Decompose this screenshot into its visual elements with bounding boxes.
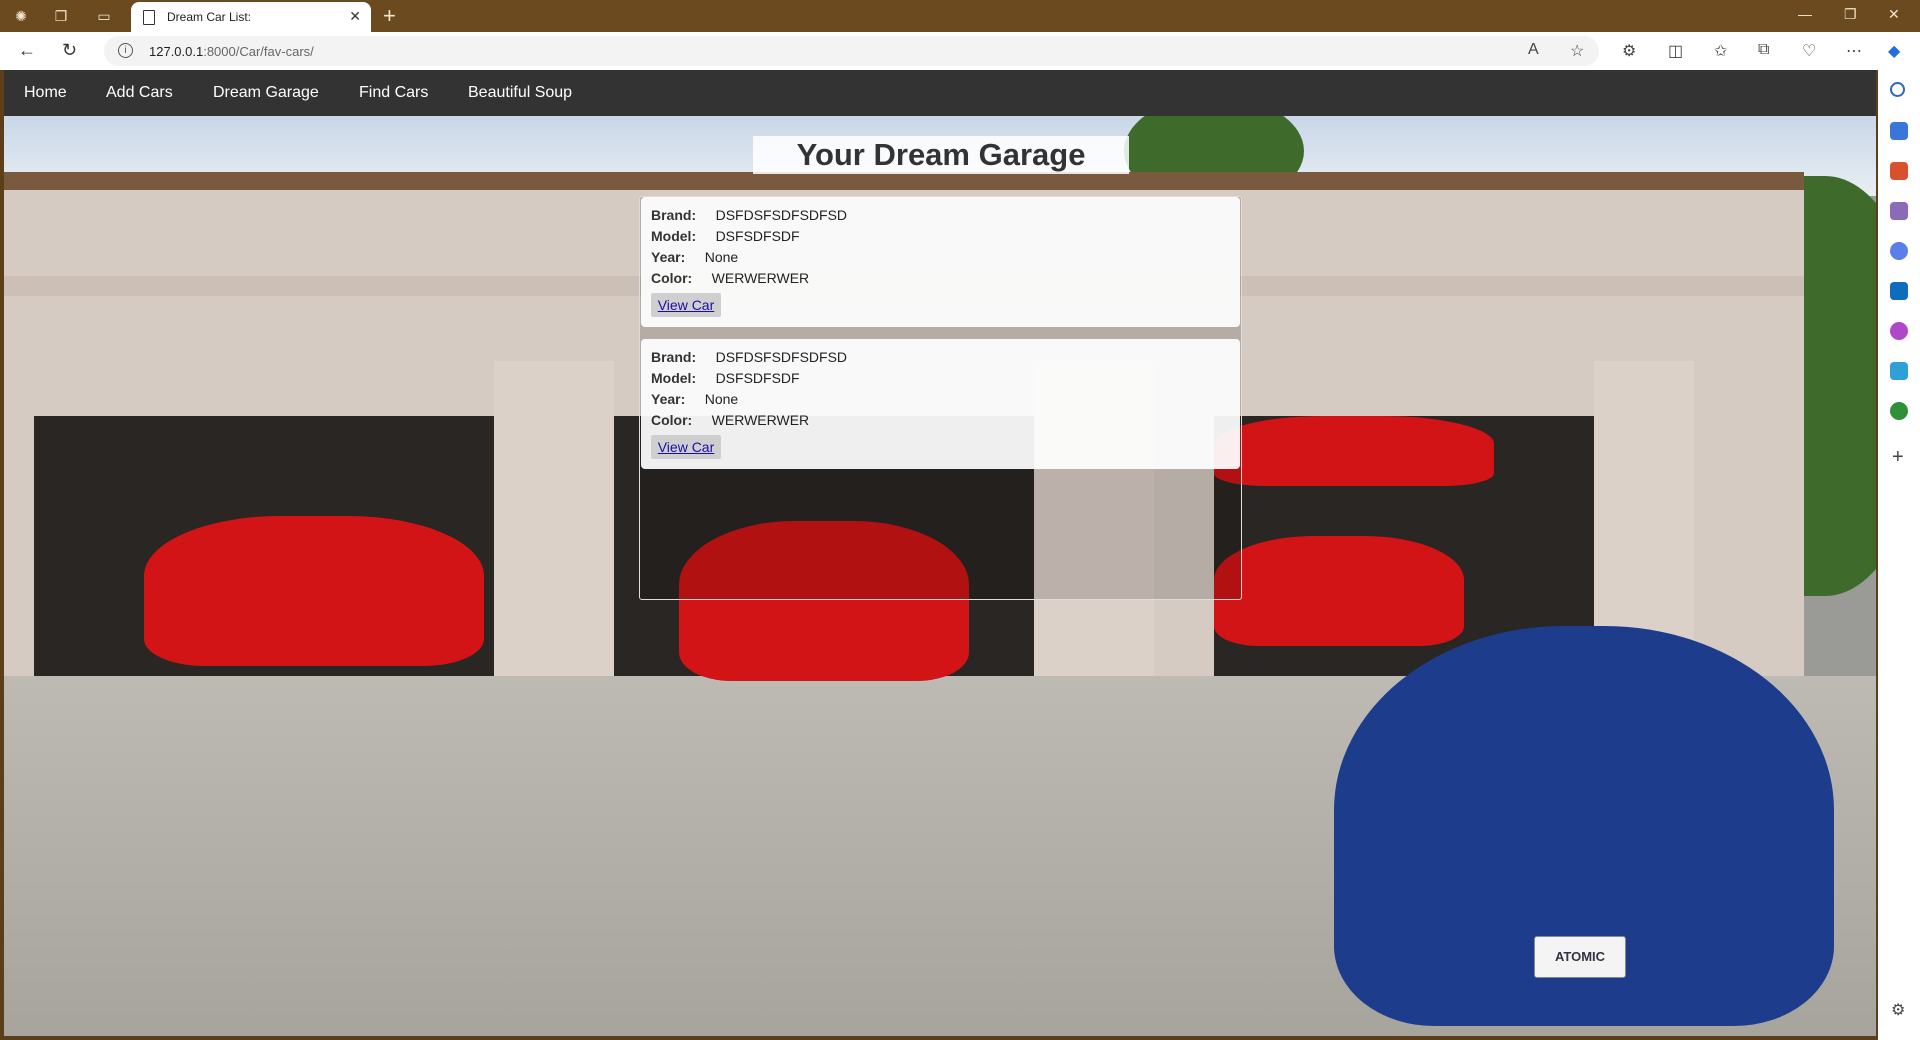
edge-sidebar: + ⚙ — [1878, 70, 1920, 1040]
nav-find-cars[interactable]: Find Cars — [359, 70, 428, 116]
tab-active[interactable]: Dream Car List: ✕ — [131, 2, 371, 32]
tag-icon[interactable] — [1890, 122, 1908, 140]
document-icon — [143, 10, 155, 25]
settings-icon[interactable]: ⚙ — [1891, 1000, 1905, 1020]
car-color: WERWERWER — [711, 412, 810, 428]
car-card: Brand: DSFDSFSDFSDFSD Model: DSFSDFSDF Y… — [641, 339, 1240, 469]
nav-add-cars[interactable]: Add Cars — [106, 70, 173, 116]
drop-icon[interactable] — [1890, 322, 1908, 340]
address-bar: ← ↻ i 127.0.0.1:8000/Car/fav-cars/ A ☆ ⚙… — [0, 32, 1920, 70]
tab-title: Dream Car List: — [167, 10, 252, 24]
year-label: Year: — [651, 249, 686, 265]
restore-button[interactable]: ❐ — [1844, 6, 1857, 23]
chess-icon[interactable] — [1890, 202, 1908, 220]
tree-icon[interactable] — [1890, 402, 1908, 420]
copilot-icon[interactable]: ◆ — [1888, 41, 1900, 61]
favorite-star-icon[interactable]: ☆ — [1570, 41, 1584, 61]
performance-icon[interactable]: ♡ — [1802, 41, 1816, 61]
year-label: Year: — [651, 391, 686, 407]
model-label: Model: — [651, 370, 697, 386]
red-car — [1214, 416, 1494, 486]
close-tab-icon[interactable]: ✕ — [349, 8, 361, 25]
refresh-button[interactable]: ↻ — [62, 40, 77, 61]
favorites-icon[interactable]: ✩ — [1714, 41, 1727, 61]
red-car — [1214, 536, 1464, 646]
profile-icon[interactable]: ✺ — [12, 7, 30, 25]
car-list: Brand: DSFDSFSDFSDFSD Model: DSFSDFSDF Y… — [639, 196, 1242, 600]
page-viewport: ATOMIC Home Add Cars Dream Garage Find C… — [4, 70, 1876, 1036]
nav-dream-garage[interactable]: Dream Garage — [213, 70, 319, 116]
collections-icon[interactable]: ⧉ — [1758, 41, 1769, 59]
search-icon[interactable] — [1890, 82, 1905, 97]
garage-pillar — [494, 361, 614, 686]
nav-beautiful-soup[interactable]: Beautiful Soup — [468, 70, 572, 116]
tab-actions-icon[interactable]: ▭ — [95, 7, 113, 25]
car-model: DSFSDFSDF — [715, 370, 800, 386]
car-brand: DSFDSFSDFSDFSD — [715, 349, 848, 365]
site-navbar: Home Add Cars Dream Garage Find Cars Bea… — [4, 70, 1876, 116]
view-car-button[interactable]: View Car — [651, 435, 721, 459]
car-card: Brand: DSFDSFSDFSDFSD Model: DSFSDFSDF Y… — [641, 197, 1240, 327]
site-info-icon[interactable]: i — [118, 43, 133, 58]
add-icon[interactable]: + — [1892, 446, 1904, 469]
minimize-button[interactable]: — — [1798, 6, 1812, 22]
toolbox-icon[interactable] — [1890, 162, 1908, 180]
more-menu-icon[interactable]: ⋯ — [1846, 41, 1862, 61]
car-year: None — [704, 249, 739, 265]
color-label: Color: — [651, 270, 693, 286]
page-title: Your Dream Garage — [753, 136, 1129, 174]
roof-trim — [4, 172, 1804, 192]
url-path: :8000/Car/fav-cars/ — [203, 44, 314, 59]
car-brand: DSFDSFSDFSDFSD — [715, 207, 848, 223]
brand-label: Brand: — [651, 207, 697, 223]
copilot-icon[interactable] — [1890, 242, 1908, 260]
color-label: Color: — [651, 412, 693, 428]
model-label: Model: — [651, 228, 697, 244]
view-car-button[interactable]: View Car — [651, 293, 721, 317]
car-model: DSFSDFSDF — [715, 228, 800, 244]
outlook-icon[interactable] — [1890, 282, 1908, 300]
workspaces-icon[interactable]: ❐ — [52, 7, 70, 25]
new-tab-button[interactable]: + — [383, 3, 396, 29]
url-field[interactable]: i 127.0.0.1:8000/Car/fav-cars/ — [104, 36, 1599, 66]
read-aloud-icon[interactable]: A — [1528, 41, 1539, 59]
car-year: None — [704, 391, 739, 407]
car-color: WERWERWER — [711, 270, 810, 286]
brand-label: Brand: — [651, 349, 697, 365]
send-icon[interactable] — [1890, 362, 1908, 380]
extensions-icon[interactable]: ⚙ — [1622, 41, 1636, 61]
browser-titlebar: ✺ ❐ ▭ Dream Car List: ✕ + — ❐ ✕ — [0, 0, 1920, 32]
split-screen-icon[interactable]: ◫ — [1668, 41, 1683, 61]
nav-home[interactable]: Home — [24, 70, 67, 116]
license-plate: ATOMIC — [1534, 936, 1626, 978]
close-window-button[interactable]: ✕ — [1888, 6, 1900, 23]
url-host: 127.0.0.1 — [149, 44, 204, 59]
back-button[interactable]: ← — [18, 40, 36, 61]
red-car — [144, 516, 484, 666]
